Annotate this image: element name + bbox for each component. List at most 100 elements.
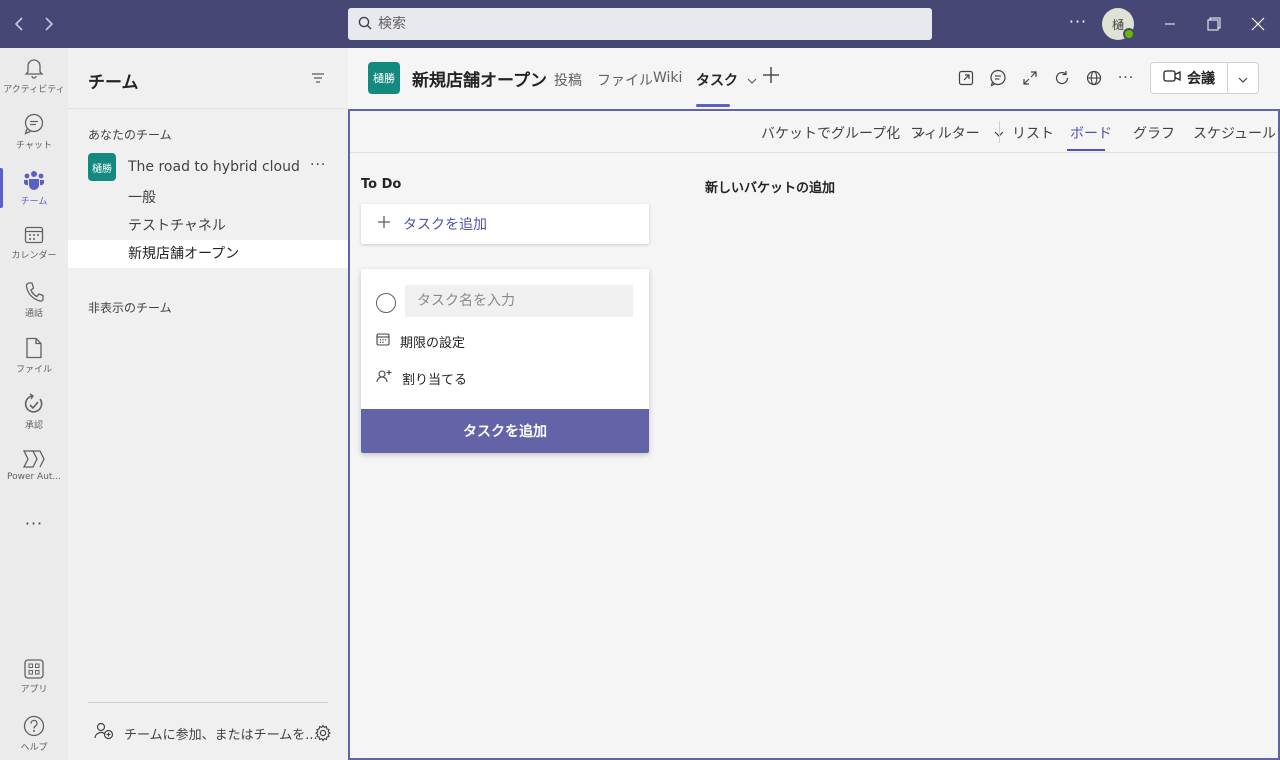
rail-label: 承認 [24, 421, 43, 431]
gear-icon[interactable] [314, 724, 332, 746]
channel-team-avatar: 樋勝 [368, 62, 400, 94]
rail-item-more[interactable]: ··· [0, 496, 68, 552]
rail-label: ファイル [15, 365, 52, 375]
bucket-title[interactable]: To Do [361, 177, 401, 192]
team-more-options[interactable]: ··· [310, 157, 326, 173]
rail-item-help[interactable]: ヘルプ [0, 706, 68, 760]
view-charts[interactable]: グラフ [1133, 123, 1175, 143]
restore-icon[interactable] [1200, 10, 1228, 38]
more-options-button[interactable]: ··· [1066, 12, 1090, 36]
planner-frame: バケットでグループ化 フィルター リスト ボード グラフ スケジュール To D… [348, 109, 1280, 760]
rail-label: アクティビティ [3, 85, 65, 95]
filter-dropdown[interactable]: フィルター [910, 123, 1004, 143]
join-team-label: チームに参加、またはチームを... [124, 727, 318, 743]
presence-available-icon [1123, 28, 1135, 40]
filter-icon[interactable] [310, 70, 330, 90]
due-date-label: 期限の設定 [400, 335, 466, 351]
task-complete-checkbox[interactable] [376, 293, 396, 313]
panel-title: チーム [88, 73, 139, 93]
help-icon [23, 715, 45, 737]
search-bar[interactable] [348, 8, 932, 40]
team-item[interactable]: 樋勝 The road to hybrid cloud ··· [88, 153, 338, 181]
add-task-button[interactable]: タスクを追加 [361, 204, 649, 244]
group-by-label: バケットでグループ化 [761, 126, 901, 142]
video-camera-icon [1163, 69, 1181, 87]
meet-dropdown[interactable] [1227, 62, 1259, 94]
tab-files[interactable]: ファイル [597, 70, 653, 90]
toolbar-separator [999, 121, 1000, 143]
add-new-bucket[interactable]: 新しいバケットの追加 [705, 177, 835, 196]
apps-icon [24, 659, 44, 679]
meet-button[interactable]: 会議 [1150, 62, 1228, 94]
add-task-label: タスクを追加 [403, 217, 487, 233]
view-list[interactable]: リスト [1012, 123, 1054, 143]
channel-item-active[interactable]: 新規店舗オープン [68, 240, 348, 268]
file-icon [25, 337, 43, 359]
tab-posts[interactable]: 投稿 [554, 70, 582, 90]
meet-label: 会議 [1187, 71, 1215, 87]
view-board[interactable]: ボード [1070, 123, 1112, 143]
rail-item-calendar[interactable]: カレンダー [0, 216, 68, 272]
your-teams-label: あなたのチーム [88, 128, 172, 142]
search-icon [358, 15, 372, 34]
team-name: The road to hybrid cloud [128, 159, 300, 175]
submit-task-button[interactable]: タスクを追加 [361, 409, 649, 453]
group-by-dropdown[interactable]: バケットでグループ化 [761, 123, 925, 143]
expand-icon[interactable] [1020, 68, 1040, 88]
join-team-button[interactable]: チームに参加、またはチームを... [94, 722, 318, 744]
teams-icon [23, 169, 45, 191]
task-name-input[interactable] [405, 285, 633, 317]
conversation-icon[interactable] [988, 68, 1008, 88]
main-content: 樋勝 新規店舗オープン 投稿 ファイル Wiki タスク ··· 会議 バケット… [348, 48, 1280, 760]
rail-item-calls[interactable]: 通話 [0, 272, 68, 328]
teams-panel: チーム あなたのチーム 樋勝 The road to hybrid cloud … [68, 48, 348, 760]
divider [88, 702, 328, 703]
globe-icon[interactable] [1084, 68, 1104, 88]
active-tab-indicator [696, 104, 730, 107]
tab-tasks-label: タスク [696, 73, 738, 89]
set-due-date-button[interactable]: 期限の設定 [376, 330, 465, 352]
rail-item-activity[interactable]: アクティビティ [0, 48, 68, 104]
chevron-down-icon [747, 73, 757, 89]
view-schedule[interactable]: スケジュール [1193, 123, 1276, 143]
new-task-card: 期限の設定 割り当てる タスクを追加 [361, 269, 649, 453]
divider [68, 108, 348, 109]
rail-label: チーム [20, 197, 48, 207]
rail-item-power-automate[interactable]: Power Aut... [0, 440, 68, 496]
tab-tasks[interactable]: タスク [696, 70, 757, 90]
team-avatar: 樋勝 [88, 153, 116, 181]
calendar-icon [24, 225, 44, 245]
rail-item-teams[interactable]: チーム [0, 160, 68, 216]
search-input[interactable] [378, 16, 918, 32]
back-icon[interactable] [8, 12, 32, 36]
phone-icon [24, 281, 44, 303]
forward-icon[interactable] [36, 12, 60, 36]
filter-label: フィルター [910, 126, 980, 142]
rail-item-files[interactable]: ファイル [0, 328, 68, 384]
chevron-down-icon [1238, 69, 1248, 88]
channel-item[interactable]: テストチャネル [68, 212, 348, 240]
channel-item[interactable]: 一般 [68, 184, 348, 212]
channel-header: 樋勝 新規店舗オープン 投稿 ファイル Wiki タスク ··· 会議 [348, 48, 1280, 108]
more-options-icon[interactable]: ··· [1116, 68, 1136, 88]
add-tab-icon[interactable] [762, 66, 782, 86]
rail-item-approvals[interactable]: 承認 [0, 384, 68, 440]
assign-button[interactable]: 割り当てる [376, 367, 467, 389]
rail-label: Power Aut... [6, 472, 62, 482]
add-people-icon [94, 722, 114, 744]
active-view-indicator [1067, 149, 1105, 151]
calendar-icon [376, 332, 390, 350]
rail-item-apps[interactable]: アプリ [0, 650, 68, 706]
open-in-browser-icon[interactable] [956, 68, 976, 88]
more-icon: ··· [24, 514, 44, 533]
title-bar: ··· 樋 [0, 0, 1280, 48]
minimize-icon[interactable] [1156, 10, 1184, 38]
tab-wiki[interactable]: Wiki [653, 70, 682, 86]
rail-item-chat[interactable]: チャット [0, 104, 68, 160]
bell-icon [24, 57, 44, 79]
rail-label: チャット [16, 141, 52, 151]
channel-title: 新規店舗オープン [412, 71, 547, 91]
close-icon[interactable] [1244, 10, 1272, 38]
hidden-teams-label[interactable]: 非表示のチーム [88, 299, 172, 316]
refresh-icon[interactable] [1052, 68, 1072, 88]
